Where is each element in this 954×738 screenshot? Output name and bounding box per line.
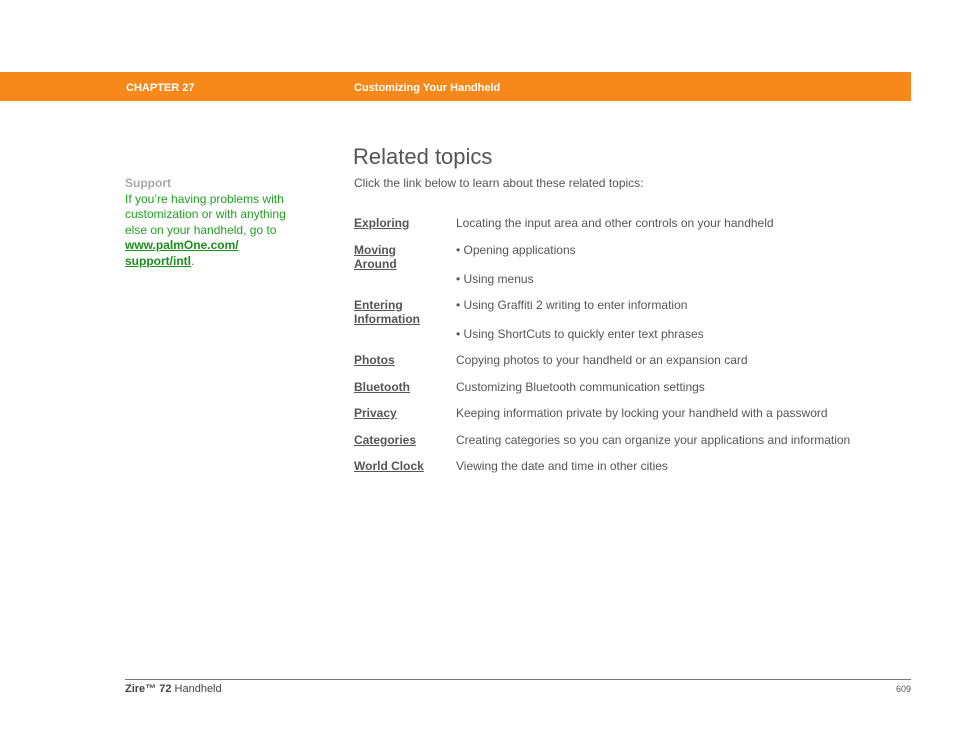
topic-bullet: • Using ShortCuts to quickly enter text … <box>456 327 704 341</box>
topic-link-exploring[interactable]: Exploring <box>354 216 456 230</box>
topic-row: Photos Copying photos to your handheld o… <box>354 353 914 367</box>
topic-link-bluetooth[interactable]: Bluetooth <box>354 380 456 394</box>
topic-link-world-clock[interactable]: World Clock <box>354 459 456 473</box>
intro-text: Click the link below to learn about thes… <box>354 176 644 190</box>
topic-row: Privacy Keeping information private by l… <box>354 406 914 420</box>
footer-product: Zire™ 72 Handheld <box>125 683 222 695</box>
topic-row: Categories Creating categories so you ca… <box>354 433 914 447</box>
footer-divider <box>125 679 911 680</box>
topic-bullet: • Opening applications <box>456 243 576 257</box>
topic-row: Moving Around • Opening applications • U… <box>354 243 914 286</box>
support-text: If you’re having problems with customiza… <box>125 191 286 237</box>
support-trailing: . <box>191 253 195 268</box>
page-number: 609 <box>895 684 911 694</box>
product-name: Zire™ 72 <box>125 683 172 695</box>
support-sidebar: Support If you’re having problems with c… <box>125 176 295 270</box>
topic-row: Entering Information • Using Graffiti 2 … <box>354 298 914 341</box>
topic-row: World Clock Viewing the date and time in… <box>354 459 914 473</box>
topic-description: Copying photos to your handheld or an ex… <box>456 353 748 367</box>
topic-bullet: • Using Graffiti 2 writing to enter info… <box>456 298 688 312</box>
topic-link-categories[interactable]: Categories <box>354 433 456 447</box>
support-link[interactable]: www.palmOne.com/ support/intl <box>125 238 239 268</box>
related-topics-list: Exploring Locating the input area and ot… <box>354 216 914 473</box>
topic-bullet: • Using menus <box>456 272 534 286</box>
topic-link-moving-around[interactable]: Moving Around <box>354 243 424 286</box>
topic-description: Viewing the date and time in other citie… <box>456 459 668 473</box>
topic-description: Locating the input area and other contro… <box>456 216 774 230</box>
chapter-label: CHAPTER 27 <box>126 82 195 94</box>
topic-description: Customizing Bluetooth communication sett… <box>456 380 705 394</box>
topic-description: Creating categories so you can organize … <box>456 433 851 447</box>
chapter-title: Customizing Your Handheld <box>354 82 501 94</box>
support-heading: Support <box>125 176 171 190</box>
topic-description: Keeping information private by locking y… <box>456 406 828 420</box>
topic-row: Bluetooth Customizing Bluetooth communic… <box>354 380 914 394</box>
page-title: Related topics <box>353 144 493 169</box>
topic-link-privacy[interactable]: Privacy <box>354 406 456 420</box>
topic-link-photos[interactable]: Photos <box>354 353 456 367</box>
product-suffix: Handheld <box>171 683 222 695</box>
topic-link-entering-information[interactable]: Entering Information <box>354 298 434 341</box>
topic-row: Exploring Locating the input area and ot… <box>354 216 914 230</box>
